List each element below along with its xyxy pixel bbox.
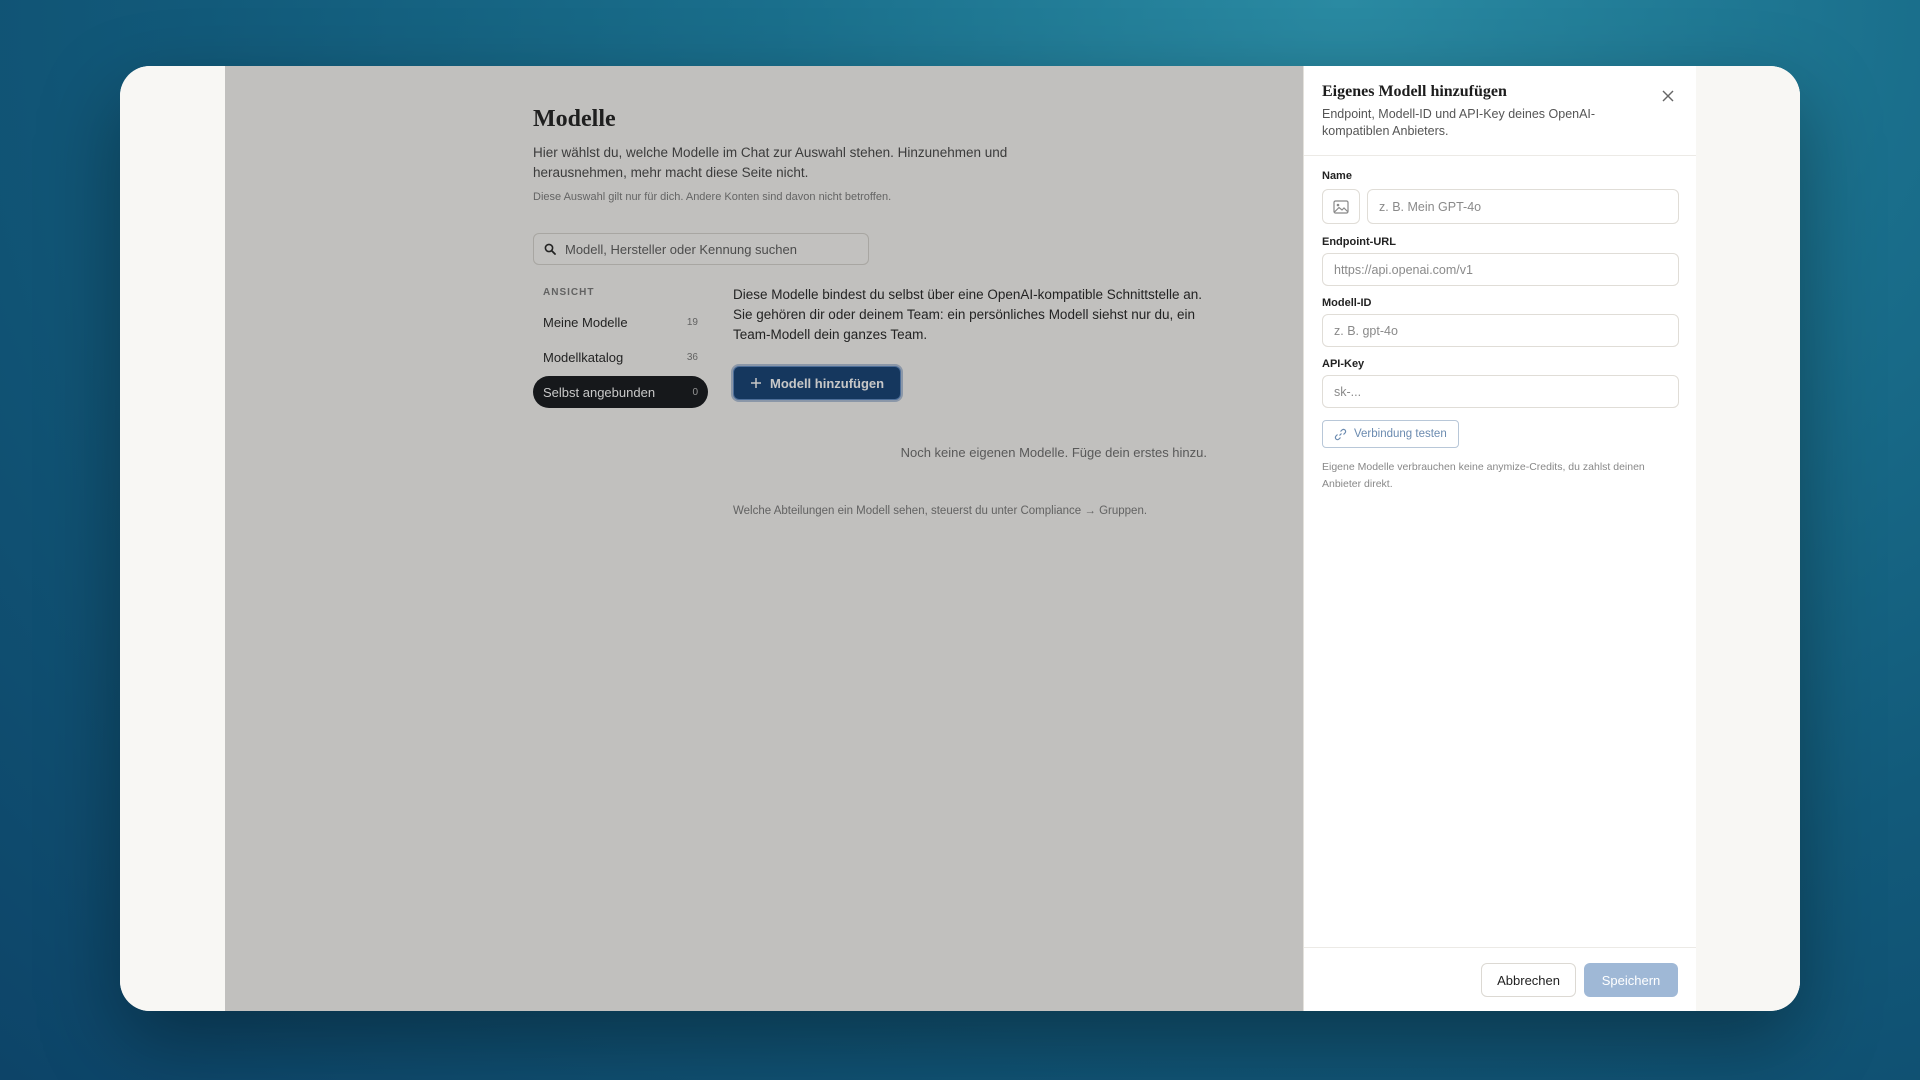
image-upload-button[interactable] [1322,189,1360,224]
cancel-button[interactable]: Abbrechen [1481,963,1576,997]
compliance-note: Welche Abteilungen ein Modell sehen, ste… [733,505,1148,517]
left-gutter [120,66,225,1011]
page-title: Modelle [533,106,616,132]
drawer-subtitle: Endpoint, Modell-ID und API-Key deines O… [1322,107,1596,138]
name-label: Name [1322,170,1352,182]
test-connection-button[interactable]: Verbindung testen [1322,420,1459,448]
model-id-label: Modell-ID [1322,297,1372,309]
endpoint-label: Endpoint-URL [1322,236,1396,248]
sidebar-item-selbst-angebunden[interactable]: Selbst angebunden 0 [533,376,708,408]
page-description: Hier wählst du, welche Modelle im Chat z… [533,145,1008,180]
right-gutter [1696,66,1800,1011]
search-input[interactable] [565,241,845,257]
drawer-title: Eigenes Modell hinzufügen [1322,83,1507,100]
credits-note: Eigene Modelle verbrauchen keine anymize… [1322,461,1645,490]
add-model-button[interactable]: Modell hinzufügen [733,366,902,400]
add-model-drawer: Eigenes Modell hinzufügen Endpoint, Mode… [1303,66,1696,1011]
sidebar-item-count: 36 [686,351,698,363]
sidebar-section-label: ANSICHT [543,287,595,298]
test-connection-label: Verbindung testen [1354,428,1447,440]
app-window: Modelle Hier wählst du, welche Modelle i… [120,66,1800,1011]
search-icon [544,243,556,255]
page-note: Diese Auswahl gilt nur für dich. Andere … [533,191,892,203]
api-key-label: API-Key [1322,358,1365,370]
save-button[interactable]: Speichern [1584,963,1678,997]
api-key-input[interactable] [1322,375,1679,408]
sidebar-item-label: Selbst angebunden [543,384,656,400]
empty-state-text: Noch keine eigenen Modelle. Füge dein er… [900,445,1207,460]
sidebar-item-count: 19 [686,316,698,328]
close-icon[interactable] [1658,86,1678,106]
sidebar-item-modellkatalog[interactable]: Modellkatalog 36 [533,341,708,373]
plus-icon [751,378,761,388]
endpoint-input[interactable] [1322,253,1679,286]
link-icon [1334,428,1347,440]
sidebar-item-count: 0 [692,386,698,398]
info-text: Diese Modelle bindest du selbst über ein… [733,287,1203,342]
drawer-footer: Abbrechen Speichern [1304,947,1696,1011]
add-model-label: Modell hinzufügen [770,375,885,391]
search-box[interactable] [533,233,869,265]
drawer-header: Eigenes Modell hinzufügen Endpoint, Mode… [1304,66,1696,156]
sidebar-item-label: Meine Modelle [543,314,628,330]
name-input[interactable] [1367,189,1679,224]
model-id-input[interactable] [1322,314,1679,347]
image-icon [1333,199,1349,214]
sidebar-item-meine-modelle[interactable]: Meine Modelle 19 [533,306,708,338]
page-header: Modelle Hier wählst du, welche Modelle i… [533,106,1313,203]
sidebar-item-label: Modellkatalog [543,349,624,365]
